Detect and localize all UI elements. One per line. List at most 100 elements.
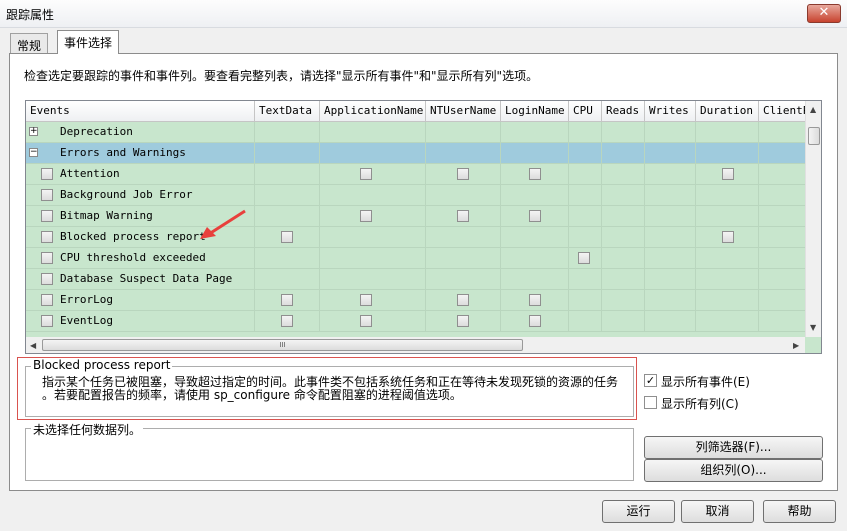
expand-icon[interactable]: + (29, 127, 38, 136)
event-checkbox[interactable] (41, 252, 53, 264)
column-header-ntusername[interactable]: NTUserName (426, 101, 501, 122)
cell-divider (695, 311, 696, 332)
column-checkbox-loginname[interactable] (529, 315, 541, 327)
run-button[interactable]: 运行 (602, 500, 675, 523)
column-header-duration[interactable]: Duration (696, 101, 759, 122)
show-all-events-checkbox[interactable]: ✓ (644, 374, 657, 387)
table-row[interactable]: − Errors and Warnings (26, 143, 805, 164)
column-checkbox-duration[interactable] (722, 168, 734, 180)
event-label: Database Suspect Data Page (60, 272, 233, 285)
column-checkbox-textdata[interactable] (281, 315, 293, 327)
column-header-writes[interactable]: Writes (645, 101, 696, 122)
show-all-columns-label[interactable]: 显示所有列(C) (661, 395, 739, 412)
column-checkbox-textdata[interactable] (281, 294, 293, 306)
cell-divider (601, 143, 602, 164)
column-checkbox-ntusername[interactable] (457, 210, 469, 222)
organize-columns-button[interactable]: 组织列(O)... (644, 459, 823, 482)
vertical-scrollbar[interactable]: ▲ ▼ (805, 101, 821, 337)
events-grid[interactable]: Events TextData ApplicationName NTUserName L… (25, 100, 822, 354)
event-checkbox[interactable] (41, 294, 53, 306)
column-checkbox-loginname[interactable] (529, 294, 541, 306)
cancel-button[interactable]: 取消 (681, 500, 754, 523)
column-checkbox-duration[interactable] (722, 231, 734, 243)
cell-divider (758, 122, 759, 143)
table-row[interactable]: Blocked process report (26, 227, 805, 248)
cell-divider (425, 311, 426, 332)
cell-divider (500, 122, 501, 143)
cell-divider (500, 311, 501, 332)
table-row[interactable]: Database Suspect Data Page (26, 269, 805, 290)
event-checkbox[interactable] (41, 315, 53, 327)
show-all-columns-checkbox[interactable] (644, 396, 657, 409)
cell-divider (319, 164, 320, 185)
cell-divider (644, 164, 645, 185)
column-checkbox-ntusername[interactable] (457, 294, 469, 306)
column-checkbox-ntusername[interactable] (457, 168, 469, 180)
column-checkbox-applicationname[interactable] (360, 210, 372, 222)
column-header-reads[interactable]: Reads (602, 101, 645, 122)
collapse-icon[interactable]: − (29, 148, 38, 157)
cell-divider (500, 227, 501, 248)
column-checkbox-applicationname[interactable] (360, 168, 372, 180)
tab-event-selection[interactable]: 事件选择 (57, 30, 120, 54)
column-header-textdata[interactable]: TextData (255, 101, 320, 122)
cell-divider (568, 269, 569, 290)
cell-divider (601, 269, 602, 290)
column-header-loginname[interactable]: LoginName (501, 101, 569, 122)
event-checkbox[interactable] (41, 210, 53, 222)
cell-divider (319, 290, 320, 311)
event-checkbox[interactable] (41, 273, 53, 285)
column-header-cpu[interactable]: CPU (569, 101, 602, 122)
help-button[interactable]: 帮助 (763, 500, 836, 523)
column-checkbox-applicationname[interactable] (360, 294, 372, 306)
cell-divider (425, 185, 426, 206)
column-checkbox-ntusername[interactable] (457, 315, 469, 327)
column-header-applicationname[interactable]: ApplicationName (320, 101, 426, 122)
cell-divider (695, 269, 696, 290)
event-checkbox[interactable] (41, 231, 53, 243)
cell-divider (568, 185, 569, 206)
cell-divider (644, 185, 645, 206)
scroll-down-icon[interactable]: ▼ (810, 323, 816, 332)
table-row[interactable]: EventLog (26, 311, 805, 332)
cell-divider (758, 164, 759, 185)
event-checkbox[interactable] (41, 168, 53, 180)
table-row[interactable]: Attention (26, 164, 805, 185)
column-checkbox-cpu[interactable] (578, 252, 590, 264)
show-all-events-label[interactable]: 显示所有事件(E) (661, 373, 750, 390)
table-row[interactable]: Bitmap Warning (26, 206, 805, 227)
scroll-left-icon[interactable]: ◀ (30, 341, 36, 350)
close-button[interactable]: ✕ (807, 4, 841, 23)
cell-divider (319, 206, 320, 227)
column-checkbox-loginname[interactable] (529, 168, 541, 180)
cell-divider (644, 143, 645, 164)
horizontal-scroll-thumb[interactable]: III (42, 339, 523, 351)
table-row[interactable]: CPU threshold exceeded (26, 248, 805, 269)
cell-divider (758, 206, 759, 227)
column-checkbox-textdata[interactable] (281, 231, 293, 243)
table-row[interactable]: ErrorLog (26, 290, 805, 311)
column-header-events[interactable]: Events (26, 101, 255, 122)
cell-divider (601, 164, 602, 185)
horizontal-scrollbar[interactable]: ◀ III ▶ (26, 337, 805, 353)
check-icon: ✓ (645, 374, 656, 387)
cell-divider (601, 206, 602, 227)
cell-divider (695, 227, 696, 248)
column-header-clientp[interactable]: ClientP (759, 101, 809, 122)
event-label: ErrorLog (60, 293, 113, 306)
table-row[interactable]: Background Job Error (26, 185, 805, 206)
table-row[interactable]: + Deprecation (26, 122, 805, 143)
cell-divider (254, 290, 255, 311)
cell-divider (644, 311, 645, 332)
tab-general[interactable]: 常规 (10, 33, 49, 53)
column-checkbox-applicationname[interactable] (360, 315, 372, 327)
cell-divider (254, 122, 255, 143)
event-checkbox[interactable] (41, 189, 53, 201)
column-checkbox-loginname[interactable] (529, 210, 541, 222)
cell-divider (319, 227, 320, 248)
column-filters-button[interactable]: 列筛选器(F)... (644, 436, 823, 459)
scroll-right-icon[interactable]: ▶ (793, 341, 799, 350)
cell-divider (319, 269, 320, 290)
vertical-scroll-thumb[interactable] (808, 127, 820, 145)
scroll-up-icon[interactable]: ▲ (810, 105, 816, 114)
